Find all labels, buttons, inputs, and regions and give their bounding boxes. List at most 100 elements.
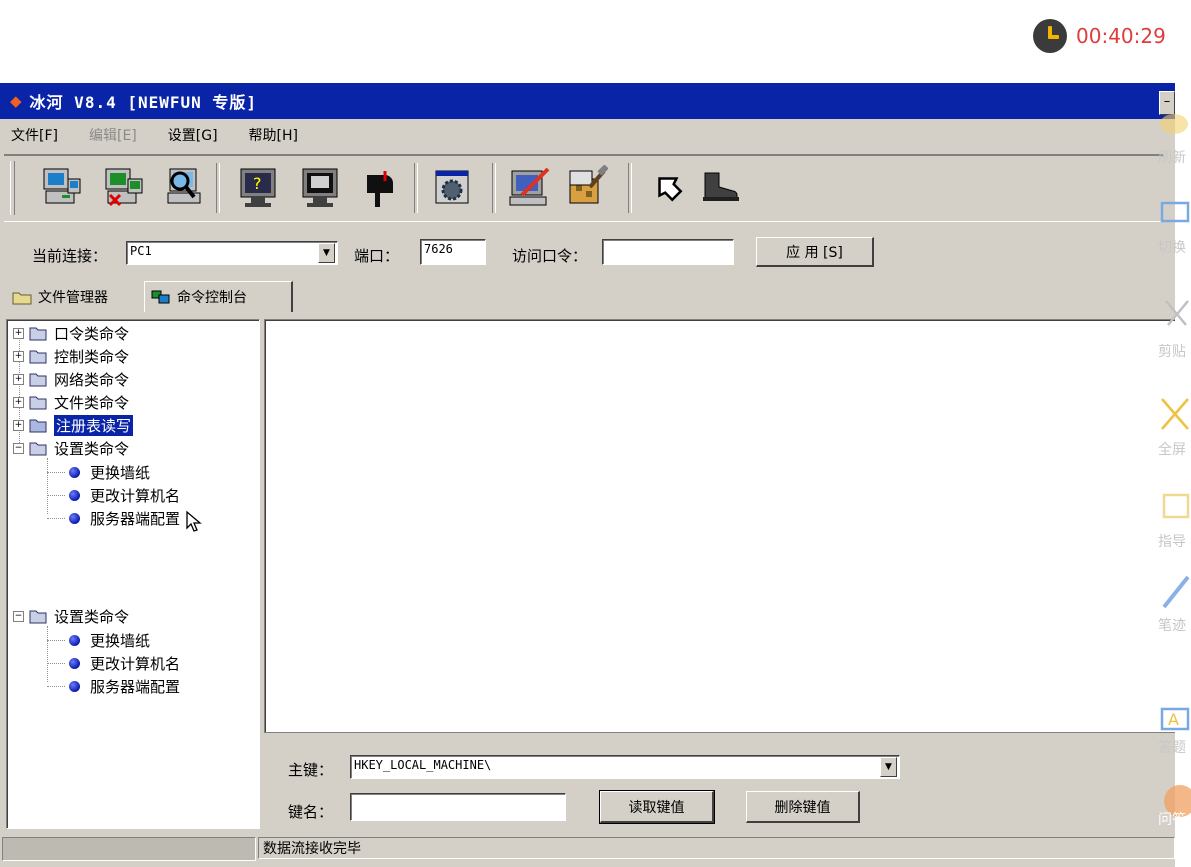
clock-time: 00:40:29 [1076, 24, 1166, 48]
port-field[interactable]: 7626 [420, 239, 486, 265]
toolbar-grip[interactable] [10, 161, 15, 215]
guide-tool-label: 指导 [1158, 534, 1186, 550]
search-computer-icon [167, 168, 201, 204]
window-title: 冰河 V8.4 [NEWFUN 专版] [29, 93, 258, 112]
gear-window-icon [435, 170, 469, 204]
tree-node-label: 控制类命令 [54, 347, 130, 366]
menu-help[interactable]: 帮助[H] [249, 125, 298, 145]
output-panel[interactable] [264, 319, 1175, 733]
tree-leaf-label: 服务器端配置 [90, 509, 181, 528]
side-toolbar: 刷新 切换 剪贴 全屏 指导 笔迹 A 答题 问答 [1150, 83, 1191, 867]
tree-leaf-label: 更换墙纸 [90, 463, 151, 482]
fullscreen-tool[interactable]: 全屏 [1158, 395, 1191, 459]
menu-edit[interactable]: 编辑[E] [89, 125, 137, 145]
svg-text:A: A [1168, 710, 1179, 729]
tree-leaf[interactable]: 更改计算机名 [69, 652, 180, 674]
clock-icon [1033, 19, 1067, 53]
tree-node-label: 设置类命令 [54, 607, 130, 626]
folder-icon [29, 373, 47, 387]
tab-command-console-label: 命令控制台 [177, 290, 247, 306]
password-label: 访问口令： [512, 247, 588, 265]
clock-widget: 00:40:29 [1033, 18, 1166, 54]
refresh-tool[interactable]: 刷新 [1158, 111, 1191, 167]
delete-host-button[interactable] [98, 161, 150, 213]
tree-leaf[interactable]: 更改计算机名 [69, 484, 180, 506]
tab-command-console[interactable]: 命令控制台 [144, 281, 293, 312]
tree-node[interactable]: + 口令类命令 [13, 322, 129, 344]
main-key-label: 主键： [288, 761, 334, 779]
tree-node-label: 网络类命令 [54, 370, 130, 389]
clip-tool[interactable]: 剪贴 [1158, 297, 1191, 361]
tree-leaf-label: 服务器端配置 [90, 677, 181, 696]
apply-button[interactable]: 应 用 [S] [756, 237, 874, 267]
tools-hammer-icon [569, 165, 608, 204]
status-message: 数据流接收完毕 [258, 837, 1175, 859]
mouse-cursor-icon [186, 510, 202, 532]
search-host-button[interactable] [158, 161, 210, 213]
fullscreen-icon [1161, 398, 1189, 430]
toolbar: ? [4, 154, 1164, 222]
password-field[interactable] [602, 239, 734, 265]
tree-leaf[interactable]: 服务器端配置 [69, 675, 180, 697]
read-value-button[interactable]: 读取键值 [599, 790, 715, 824]
tree-node-label: 口令类命令 [54, 324, 130, 343]
computer-pen-icon [509, 167, 550, 206]
monitor-help-icon: ? [240, 168, 276, 207]
switch-tool-label: 切换 [1158, 240, 1186, 256]
folder-icon [12, 292, 32, 305]
answer-tool[interactable]: A 答题 [1158, 705, 1191, 757]
guide-tool[interactable]: 指导 [1158, 491, 1191, 551]
chevron-down-icon[interactable]: ▼ [318, 243, 335, 263]
tree-leaf-label: 更改计算机名 [90, 654, 181, 673]
current-connection-value: PC1 [130, 244, 152, 258]
mailbox-icon [367, 171, 393, 207]
current-connection-select[interactable]: PC1 [126, 241, 338, 265]
back-button[interactable] [642, 161, 694, 213]
folder-icon [29, 396, 47, 410]
delete-value-button[interactable]: 删除键值 [746, 791, 860, 823]
config-tool-button[interactable] [560, 161, 612, 213]
screen-view-button[interactable]: ? [232, 161, 284, 213]
tree-node[interactable]: − 设置类命令 [13, 437, 129, 459]
bullet-icon [69, 512, 80, 524]
boot-icon [703, 172, 739, 201]
add-host-button[interactable] [36, 161, 88, 213]
tree-leaf-label: 更换墙纸 [90, 631, 151, 650]
fullscreen-tool-label: 全屏 [1158, 442, 1186, 458]
tree-node[interactable]: + 文件类命令 [13, 391, 129, 413]
screen-control-button[interactable] [294, 161, 346, 213]
tree-leaf[interactable]: 服务器端配置 [69, 507, 180, 529]
qa-tool[interactable]: 问答 [1158, 779, 1191, 829]
switch-tool[interactable]: 切换 [1158, 201, 1191, 257]
main-key-select[interactable]: HKEY_LOCAL_MACHINE\ [350, 755, 900, 779]
status-bar: 数据流接收完毕 [0, 835, 1175, 867]
current-connection-label: 当前连接： [32, 247, 108, 265]
registry-panel: 主键： HKEY_LOCAL_MACHINE\ ▼ 键名： 读取键值 删除键值 [264, 735, 1175, 825]
remote-edit-button[interactable] [504, 161, 556, 213]
pen-tool[interactable]: 笔迹 [1158, 571, 1191, 635]
tree-leaf[interactable]: 更换墙纸 [69, 629, 150, 651]
app-window: ◆ 冰河 V8.4 [NEWFUN 专版] – 文件[F] 编辑[E] 设置[G… [0, 83, 1175, 867]
folder-icon [29, 350, 47, 364]
tree-node[interactable]: − 设置类命令 [13, 605, 129, 627]
menu-settings[interactable]: 设置[G] [168, 125, 218, 145]
tree-leaf[interactable]: 更换墙纸 [69, 461, 150, 483]
key-name-field[interactable] [350, 793, 566, 821]
tree-node[interactable]: + 控制类命令 [13, 345, 129, 367]
chevron-down-icon[interactable]: ▼ [880, 757, 897, 777]
tree-node[interactable]: + 网络类命令 [13, 368, 129, 390]
tree-node-label: 注册表读写 [54, 414, 134, 436]
clip-tool-label: 剪贴 [1158, 344, 1186, 360]
tree-node-selected[interactable]: + 注册表读写 [13, 414, 134, 436]
answer-tool-label: 答题 [1158, 740, 1186, 756]
computers-icon [151, 290, 170, 304]
menu-file[interactable]: 文件[F] [11, 125, 58, 145]
exit-button[interactable] [694, 161, 746, 213]
control-panel-button[interactable] [426, 161, 478, 213]
tab-file-manager[interactable]: 文件管理器 [6, 285, 146, 309]
tab-file-manager-label: 文件管理器 [38, 290, 108, 306]
refresh-tool-label: 刷新 [1158, 150, 1186, 166]
mail-info-button[interactable] [352, 161, 404, 213]
port-label: 端口： [354, 247, 400, 265]
title-bar[interactable]: ◆ 冰河 V8.4 [NEWFUN 专版] [0, 83, 1175, 119]
